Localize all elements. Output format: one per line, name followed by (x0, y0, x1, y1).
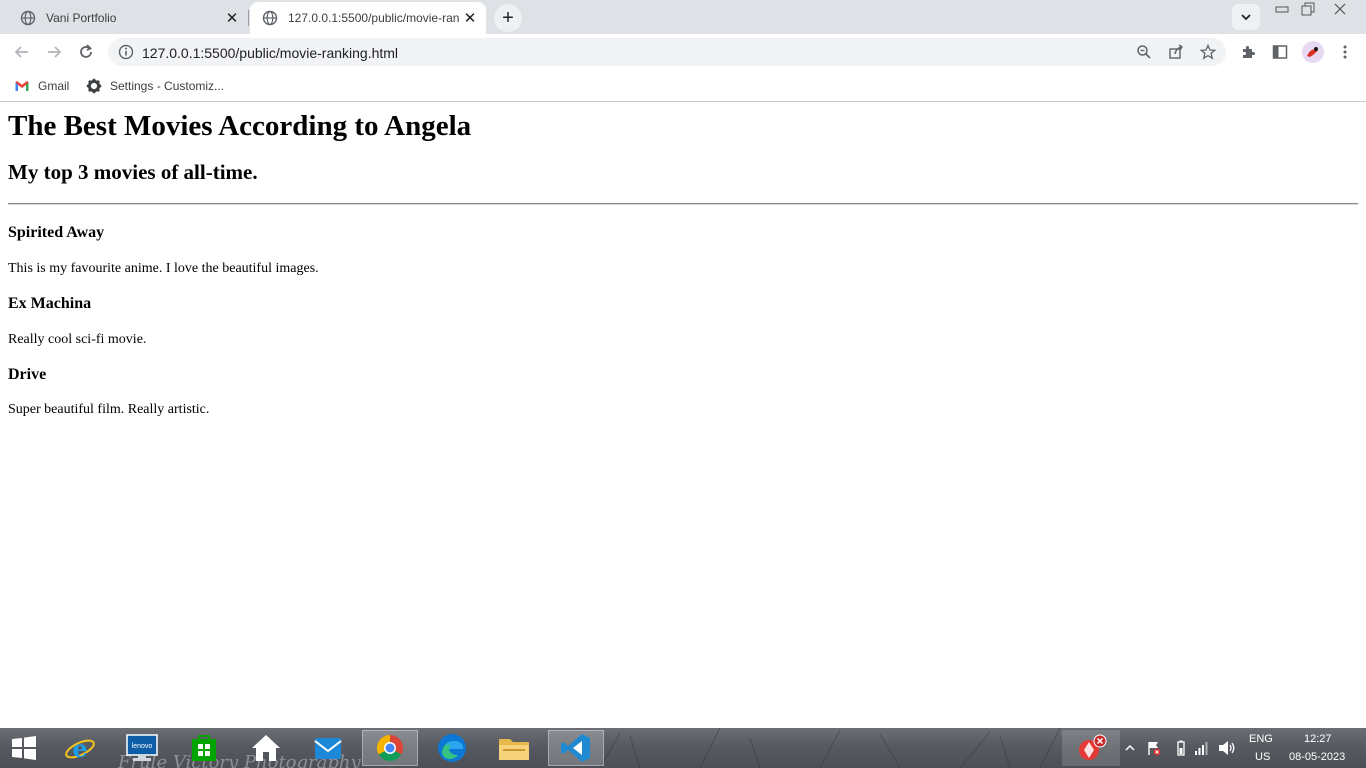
divider (8, 203, 1358, 205)
minimize-button[interactable] (1268, 0, 1296, 18)
taskbar-edge[interactable] (430, 730, 474, 766)
plus-icon: + (502, 6, 514, 29)
page-title: The Best Movies According to Angela (8, 110, 472, 142)
lenovo-icon: lenovo (126, 734, 158, 761)
taskbar-mail[interactable] (306, 730, 350, 766)
flag-alert-icon[interactable] (1146, 740, 1162, 756)
page-subtitle: My top 3 movies of all-time. (8, 160, 258, 184)
bookmark-label: Gmail (38, 79, 70, 93)
store-icon (192, 735, 216, 761)
taskbar-file-explorer[interactable] (492, 730, 536, 766)
forward-button[interactable] (40, 38, 68, 66)
movie-title: Ex Machina (8, 295, 92, 312)
web-page: The Best Movies According to Angela My t… (0, 102, 1366, 728)
gear-icon (86, 78, 102, 94)
tab-search-button[interactable] (1232, 4, 1260, 30)
movie-description: Super beautiful film. Really artistic. (8, 402, 210, 417)
bookmarks-bar: Gmail Settings - Customiz... (0, 70, 1366, 102)
gmail-icon (14, 78, 30, 94)
taskbar-lenovo[interactable]: lenovo (120, 730, 164, 766)
extensions-icon[interactable] (1240, 44, 1256, 60)
url-text[interactable]: 127.0.0.1:5500/public/movie-ranking.html (142, 45, 398, 61)
back-button[interactable] (8, 38, 36, 66)
taskbar-chrome[interactable] (362, 730, 418, 766)
chevron-down-icon (1241, 14, 1251, 21)
language-indicator[interactable]: ENG (1249, 733, 1273, 745)
edge-icon (438, 734, 466, 762)
side-panel-icon[interactable] (1272, 44, 1288, 60)
home-icon (252, 735, 280, 761)
share-icon[interactable] (1168, 44, 1184, 60)
menu-dots-icon[interactable] (1337, 44, 1353, 60)
movie-description: This is my favourite anime. I love the b… (8, 261, 319, 276)
reload-button[interactable] (72, 38, 100, 66)
minimize-icon (1275, 6, 1289, 13)
start-button[interactable] (2, 730, 46, 766)
region-indicator[interactable]: US (1255, 751, 1270, 763)
tab-movie-ranking[interactable]: 127.0.0.1:5500/public/movie-ranki ✕ (250, 2, 486, 34)
restore-icon (1301, 2, 1315, 16)
taskbar-store[interactable] (182, 730, 226, 766)
arrow-left-icon (14, 46, 28, 58)
star-icon[interactable] (1200, 44, 1216, 60)
close-icon[interactable]: ✕ (222, 8, 242, 28)
tab-divider (248, 10, 249, 26)
chrome-icon (376, 734, 403, 762)
clock-date[interactable]: 08-05-2023 (1289, 751, 1345, 763)
bookmark-gmail[interactable]: Gmail (14, 76, 69, 96)
reload-icon (80, 44, 93, 58)
svg-text:lenovo: lenovo (132, 743, 153, 750)
close-icon (1334, 3, 1346, 15)
svg-text:e: e (72, 734, 87, 763)
avatar-icon (1307, 47, 1318, 57)
security-app-icon (1079, 734, 1107, 760)
movie-title: Spirited Away (8, 224, 105, 241)
tab-title: Vani Portfolio (46, 11, 117, 25)
internet-explorer-icon: e (65, 734, 95, 763)
close-icon[interactable]: ✕ (460, 8, 480, 28)
clock-time[interactable]: 12:27 (1304, 733, 1332, 745)
arrow-right-icon (48, 46, 62, 58)
restore-button[interactable] (1294, 0, 1322, 18)
globe-icon (20, 10, 36, 26)
taskbar-internet-explorer[interactable]: e (58, 730, 102, 766)
folder-icon (499, 739, 529, 760)
bookmark-label: Settings - Customiz... (110, 79, 225, 93)
close-window-button[interactable] (1326, 0, 1354, 18)
address-bar[interactable]: 127.0.0.1:5500/public/movie-ranking.html (108, 38, 1226, 66)
info-icon[interactable] (118, 44, 134, 60)
tab-vani-portfolio[interactable]: Vani Portfolio ✕ (8, 2, 248, 34)
new-tab-button[interactable]: + (494, 4, 522, 32)
taskbar-vscode[interactable] (548, 730, 604, 766)
tab-title: 127.0.0.1:5500/public/movie-ranki (288, 11, 460, 25)
movie-title: Drive (8, 366, 47, 383)
windows-logo-icon (12, 736, 36, 760)
globe-icon (262, 10, 278, 26)
signal-icon[interactable] (1194, 740, 1210, 756)
chevron-up-icon[interactable] (1124, 742, 1136, 754)
taskbar-security-app[interactable] (1062, 730, 1120, 766)
bookmark-settings[interactable]: Settings - Customiz... (86, 76, 224, 96)
mail-icon (314, 738, 342, 759)
profile-avatar[interactable] (1302, 41, 1324, 63)
taskbar-home[interactable] (244, 730, 288, 766)
movie-description: Really cool sci-fi movie. (8, 332, 147, 347)
zoom-icon[interactable] (1136, 44, 1152, 60)
vscode-icon (561, 734, 590, 762)
tab-strip: Vani Portfolio ✕ 127.0.0.1:5500/public/m… (0, 0, 1366, 34)
battery-icon[interactable] (1174, 740, 1188, 756)
taskbar: Frule Victory Photography e lenovo ENG U… (0, 728, 1366, 768)
volume-icon[interactable] (1218, 740, 1236, 756)
browser-toolbar: 127.0.0.1:5500/public/movie-ranking.html (0, 34, 1366, 70)
